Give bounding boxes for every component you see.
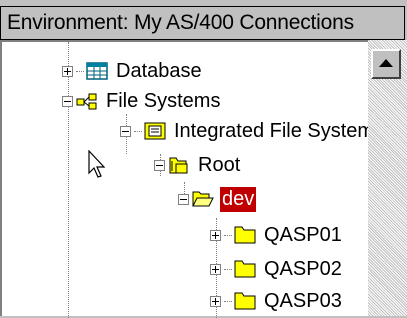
database-icon xyxy=(86,62,108,80)
collapse-minus-icon[interactable] xyxy=(154,159,165,171)
scroll-up-arrow-icon[interactable] xyxy=(371,49,401,79)
tree-item-file-systems[interactable]: File Systems xyxy=(62,88,222,114)
integrated-file-system-icon xyxy=(144,122,166,140)
expand-plus-icon[interactable] xyxy=(210,295,221,307)
tree-item-label: Root xyxy=(198,153,241,176)
tree-item-dev[interactable]: dev xyxy=(178,186,257,212)
folder-icon xyxy=(234,260,256,278)
tree-item-label: Database xyxy=(116,59,202,82)
tree-item-qasp01[interactable]: QASP01 xyxy=(210,222,344,248)
tree-item-label: QASP03 xyxy=(264,289,342,312)
expand-plus-icon[interactable] xyxy=(62,65,73,77)
navigation-tree[interactable]: Database File Systems Integrated File Sy… xyxy=(0,40,374,318)
root-folder-icon xyxy=(169,157,188,174)
collapse-minus-icon[interactable] xyxy=(62,95,73,107)
environment-header: Environment: My AS/400 Connections xyxy=(0,6,405,40)
collapse-minus-icon[interactable] xyxy=(178,193,189,205)
expand-plus-icon[interactable] xyxy=(210,263,221,275)
folder-icon xyxy=(234,226,256,244)
tree-item-qasp02[interactable]: QASP02 xyxy=(210,256,344,282)
open-folder-icon xyxy=(192,191,214,207)
tree-item-integrated-file-system[interactable]: Integrated File System xyxy=(120,118,376,144)
vertical-scrollbar[interactable] xyxy=(368,40,407,316)
tree-item-label: File Systems xyxy=(106,89,221,112)
mouse-pointer-icon xyxy=(88,150,106,178)
tree-item-root[interactable]: Root xyxy=(154,152,242,178)
tree-item-label: dev xyxy=(220,186,257,212)
environment-title: Environment: My AS/400 Connections xyxy=(7,11,354,34)
file-systems-icon xyxy=(76,93,97,110)
connections-window: Environment: My AS/400 Connections Datab… xyxy=(0,0,407,318)
tree-item-label: Integrated File System xyxy=(174,119,375,142)
tree-item-label: QASP01 xyxy=(264,223,342,246)
tree-item-qasp03[interactable]: QASP03 xyxy=(210,288,344,314)
folder-icon xyxy=(234,292,256,310)
expand-plus-icon[interactable] xyxy=(210,229,221,241)
tree-panel: Database File Systems Integrated File Sy… xyxy=(0,40,407,318)
collapse-minus-icon[interactable] xyxy=(120,125,131,137)
tree-item-label: QASP02 xyxy=(264,257,342,280)
tree-item-database[interactable]: Database xyxy=(62,58,204,84)
